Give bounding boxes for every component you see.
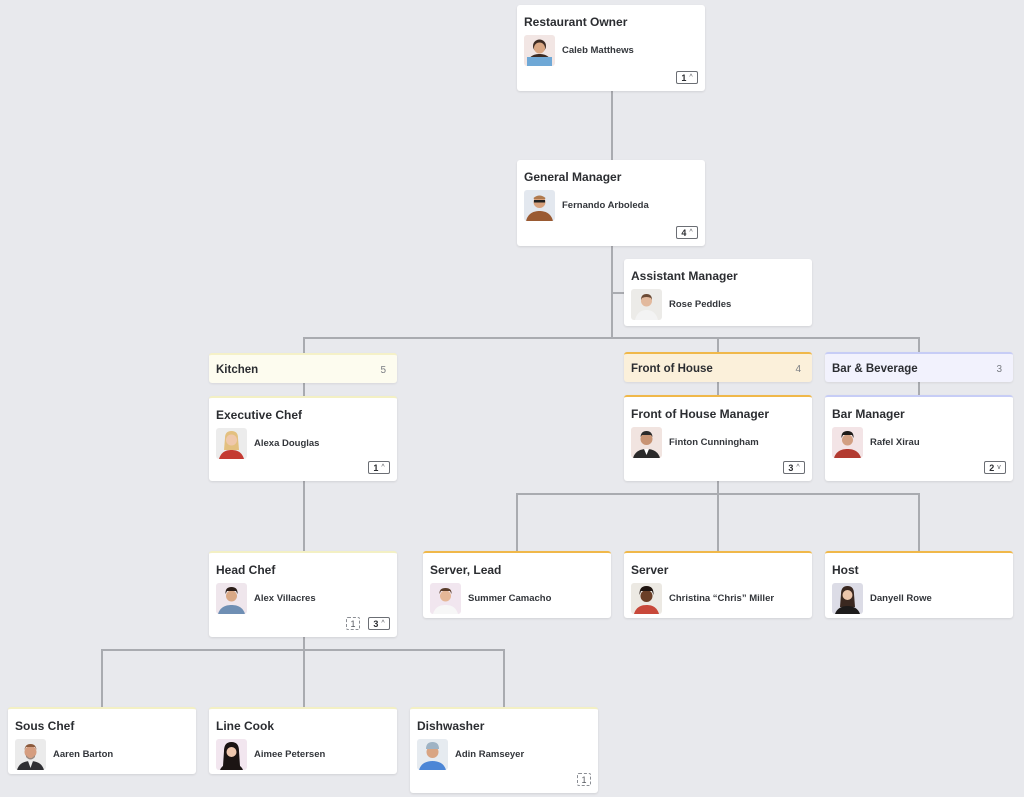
- avatar: [631, 427, 662, 458]
- job-title: Restaurant Owner: [524, 15, 628, 29]
- direct-reports-toggle[interactable]: 1 ^: [368, 461, 390, 474]
- report-count: 2: [989, 462, 995, 473]
- org-card-server[interactable]: Server Christina “Chris” Miller: [624, 551, 812, 618]
- org-card-bar-manager[interactable]: Bar Manager Rafel Xirau 2 v: [825, 395, 1013, 481]
- connector-bar-mgr: [918, 382, 920, 396]
- org-card-server-lead[interactable]: Server, Lead Summer Camacho: [423, 551, 611, 618]
- assistant-count: 1: [350, 618, 356, 629]
- avatar: [524, 35, 555, 66]
- avatar: [832, 427, 863, 458]
- job-title: Executive Chef: [216, 408, 303, 422]
- person-name: Aaren Barton: [53, 749, 114, 760]
- person-name: Fernando Arboleda: [562, 200, 649, 211]
- person-name: Adin Ramseyer: [455, 749, 525, 760]
- person-name: Alex Villacres: [254, 593, 316, 604]
- assistant-count-badge[interactable]: 1: [577, 773, 591, 786]
- person-name: Alexa Douglas: [254, 438, 320, 449]
- chevron-down-icon: v: [997, 464, 1001, 471]
- department-count: 3: [996, 364, 1002, 375]
- chevron-up-icon: ^: [796, 464, 800, 471]
- job-title: Line Cook: [216, 719, 275, 733]
- avatar: [216, 428, 247, 459]
- job-title: Head Chef: [216, 563, 276, 577]
- job-title: Sous Chef: [15, 719, 75, 733]
- person-name: Rose Peddles: [669, 299, 732, 310]
- avatar: [631, 583, 662, 614]
- department-label: Kitchen: [216, 364, 259, 376]
- department-front-of-house[interactable]: Front of House 4: [624, 352, 812, 382]
- connector-dept-horizontal: [303, 337, 920, 339]
- direct-reports-toggle[interactable]: 1 ^: [676, 71, 698, 84]
- connector-to-line-cook: [303, 649, 305, 707]
- direct-reports-toggle[interactable]: 3 ^: [368, 617, 390, 630]
- avatar: [15, 739, 46, 770]
- department-count: 5: [380, 365, 386, 376]
- job-title: General Manager: [524, 170, 622, 184]
- job-title: Bar Manager: [832, 407, 905, 421]
- person-name: Finton Cunningham: [669, 437, 759, 448]
- person-name: Danyell Rowe: [870, 593, 932, 604]
- avatar: [417, 739, 448, 770]
- org-card-dishwasher[interactable]: Dishwasher Adin Ramseyer 1: [410, 707, 598, 793]
- connector-to-host: [918, 493, 920, 551]
- connector-exec-head: [303, 481, 305, 552]
- connector-owner-gm: [611, 91, 613, 160]
- connector-to-kitchen: [303, 337, 305, 353]
- department-kitchen[interactable]: Kitchen 5: [209, 353, 397, 383]
- report-count: 3: [788, 462, 794, 473]
- org-card-general-manager[interactable]: General Manager Fernando Arboleda 4 ^: [517, 160, 705, 246]
- direct-reports-toggle[interactable]: 4 ^: [676, 226, 698, 239]
- org-card-head-chef[interactable]: Head Chef Alex Villacres 1 3 ^: [209, 551, 397, 637]
- connector-gm-assistant: [611, 292, 624, 294]
- avatar: [631, 289, 662, 320]
- org-card-assistant-manager[interactable]: Assistant Manager Rose Peddles: [624, 259, 812, 326]
- connector-to-dishwasher: [503, 649, 505, 707]
- person-name: Rafel Xirau: [870, 437, 920, 448]
- org-card-host[interactable]: Host Danyell Rowe: [825, 551, 1013, 618]
- avatar: [832, 583, 863, 614]
- job-title: Server: [631, 563, 669, 577]
- report-count: 3: [373, 618, 379, 629]
- connector-foh-mgr: [717, 382, 719, 396]
- connector-to-server: [717, 493, 719, 551]
- department-label: Front of House: [631, 363, 713, 375]
- chevron-up-icon: ^: [381, 620, 385, 627]
- avatar: [216, 583, 247, 614]
- report-count: 1: [373, 462, 379, 473]
- report-count: 4: [681, 227, 687, 238]
- connector-to-bar: [918, 337, 920, 352]
- person-name: Summer Camacho: [468, 593, 552, 604]
- org-card-restaurant-owner[interactable]: Restaurant Owner Caleb Matthews 1 ^: [517, 5, 705, 91]
- person-name: Aimee Petersen: [254, 749, 326, 760]
- assistant-count-badge[interactable]: 1: [346, 617, 360, 630]
- chevron-up-icon: ^: [381, 464, 385, 471]
- connector-kitchen-exec: [303, 383, 305, 397]
- person-name: Caleb Matthews: [562, 45, 634, 56]
- chevron-up-icon: ^: [689, 229, 693, 236]
- job-title: Host: [832, 563, 859, 577]
- department-count: 4: [795, 364, 801, 375]
- connector-to-foh: [717, 337, 719, 352]
- job-title: Front of House Manager: [631, 407, 770, 421]
- report-count: 1: [681, 72, 687, 83]
- org-card-line-cook[interactable]: Line Cook Aimee Petersen: [209, 707, 397, 774]
- chevron-up-icon: ^: [689, 74, 693, 81]
- org-card-executive-chef[interactable]: Executive Chef Alexa Douglas 1 ^: [209, 396, 397, 481]
- direct-reports-toggle[interactable]: 2 v: [984, 461, 1006, 474]
- avatar: [430, 583, 461, 614]
- org-card-sous-chef[interactable]: Sous Chef Aaren Barton: [8, 707, 196, 774]
- connector-to-sous: [101, 649, 103, 707]
- department-bar-beverage[interactable]: Bar & Beverage 3: [825, 352, 1013, 382]
- person-name: Christina “Chris” Miller: [669, 593, 775, 604]
- department-label: Bar & Beverage: [832, 363, 918, 375]
- connector-to-server-lead: [516, 493, 518, 551]
- avatar: [524, 190, 555, 221]
- job-title: Server, Lead: [430, 563, 502, 577]
- org-card-front-of-house-manager[interactable]: Front of House Manager Finton Cunningham…: [624, 395, 812, 481]
- direct-reports-toggle[interactable]: 3 ^: [783, 461, 805, 474]
- avatar: [216, 739, 247, 770]
- job-title: Assistant Manager: [631, 269, 738, 283]
- assistant-count: 1: [581, 774, 587, 785]
- job-title: Dishwasher: [417, 719, 485, 733]
